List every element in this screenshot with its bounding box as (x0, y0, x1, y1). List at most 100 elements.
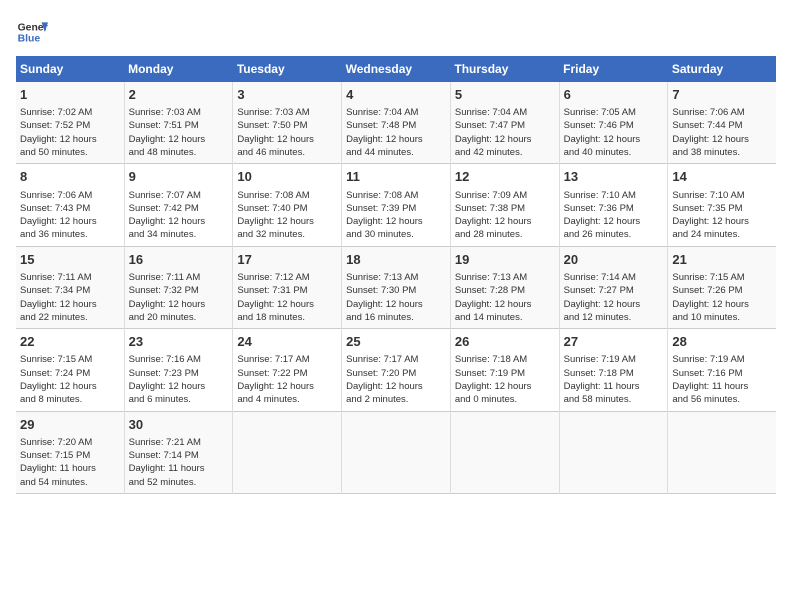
day-number: 22 (20, 333, 120, 351)
cell-info-line: and 12 minutes. (564, 311, 664, 324)
calendar-cell (668, 411, 776, 493)
cell-info-line: Sunset: 7:15 PM (20, 449, 120, 462)
cell-info-line: Daylight: 11 hours (564, 380, 664, 393)
cell-info-line: Sunrise: 7:20 AM (20, 436, 120, 449)
cell-info-line: Daylight: 12 hours (346, 215, 446, 228)
day-number: 11 (346, 168, 446, 186)
cell-info-line: Sunrise: 7:04 AM (346, 106, 446, 119)
cell-info-line: Sunset: 7:24 PM (20, 367, 120, 380)
cell-info-line: Daylight: 12 hours (672, 133, 772, 146)
cell-info-line: and 44 minutes. (346, 146, 446, 159)
day-number: 24 (237, 333, 337, 351)
cell-info-line: Sunset: 7:51 PM (129, 119, 229, 132)
cell-info-line: Sunrise: 7:21 AM (129, 436, 229, 449)
calendar-cell (342, 411, 451, 493)
day-number: 9 (129, 168, 229, 186)
day-number: 8 (20, 168, 120, 186)
page-header: General Blue (16, 16, 776, 48)
calendar-cell: 1Sunrise: 7:02 AMSunset: 7:52 PMDaylight… (16, 82, 124, 164)
cell-info-line: Sunrise: 7:14 AM (564, 271, 664, 284)
calendar-cell: 6Sunrise: 7:05 AMSunset: 7:46 PMDaylight… (559, 82, 668, 164)
calendar-cell: 17Sunrise: 7:12 AMSunset: 7:31 PMDayligh… (233, 246, 342, 328)
cell-info-line: and 54 minutes. (20, 476, 120, 489)
cell-info-line: Daylight: 11 hours (20, 462, 120, 475)
cell-info-line: Daylight: 12 hours (20, 298, 120, 311)
cell-info-line: Sunset: 7:34 PM (20, 284, 120, 297)
day-number: 30 (129, 416, 229, 434)
cell-info-line: Daylight: 12 hours (237, 298, 337, 311)
day-number: 5 (455, 86, 555, 104)
day-number: 23 (129, 333, 229, 351)
cell-info-line: Daylight: 12 hours (237, 133, 337, 146)
calendar-cell: 15Sunrise: 7:11 AMSunset: 7:34 PMDayligh… (16, 246, 124, 328)
cell-info-line: Sunrise: 7:17 AM (237, 353, 337, 366)
cell-info-line: Sunset: 7:31 PM (237, 284, 337, 297)
cell-info-line: Sunset: 7:18 PM (564, 367, 664, 380)
cell-info-line: Sunset: 7:14 PM (129, 449, 229, 462)
calendar-cell: 29 Sunrise: 7:20 AMSunset: 7:15 PMDayligh… (16, 411, 124, 493)
cell-info-line: Sunrise: 7:15 AM (672, 271, 772, 284)
day-number: 29 (20, 416, 120, 434)
cell-info-line: Sunset: 7:27 PM (564, 284, 664, 297)
calendar-cell: 13Sunrise: 7:10 AMSunset: 7:36 PMDayligh… (559, 164, 668, 246)
cell-info-line: and 14 minutes. (455, 311, 555, 324)
calendar-week-row: 29 Sunrise: 7:20 AMSunset: 7:15 PMDayligh… (16, 411, 776, 493)
cell-info-line: Sunset: 7:39 PM (346, 202, 446, 215)
cell-info-line: Daylight: 12 hours (455, 298, 555, 311)
cell-info-line: Sunrise: 7:06 AM (672, 106, 772, 119)
cell-info-line: Sunrise: 7:10 AM (672, 189, 772, 202)
calendar-cell: 4Sunrise: 7:04 AMSunset: 7:48 PMDaylight… (342, 82, 451, 164)
calendar-week-row: 1Sunrise: 7:02 AMSunset: 7:52 PMDaylight… (16, 82, 776, 164)
cell-info-line: Daylight: 12 hours (237, 215, 337, 228)
calendar-cell: 9Sunrise: 7:07 AMSunset: 7:42 PMDaylight… (124, 164, 233, 246)
calendar-week-row: 8Sunrise: 7:06 AMSunset: 7:43 PMDaylight… (16, 164, 776, 246)
cell-info-line: Daylight: 12 hours (129, 215, 229, 228)
cell-info-line: and 48 minutes. (129, 146, 229, 159)
calendar-cell: 11Sunrise: 7:08 AMSunset: 7:39 PMDayligh… (342, 164, 451, 246)
calendar-cell: 14Sunrise: 7:10 AMSunset: 7:35 PMDayligh… (668, 164, 776, 246)
cell-info-line: and 26 minutes. (564, 228, 664, 241)
day-number: 28 (672, 333, 772, 351)
cell-info-line: Sunset: 7:42 PM (129, 202, 229, 215)
cell-info-line: and 36 minutes. (20, 228, 120, 241)
day-number: 25 (346, 333, 446, 351)
day-number: 4 (346, 86, 446, 104)
calendar-cell: 18Sunrise: 7:13 AMSunset: 7:30 PMDayligh… (342, 246, 451, 328)
cell-info-line: Sunrise: 7:03 AM (237, 106, 337, 119)
day-number: 21 (672, 251, 772, 269)
day-of-week-header: Saturday (668, 56, 776, 82)
day-number: 2 (129, 86, 229, 104)
day-of-week-header: Friday (559, 56, 668, 82)
cell-info-line: and 8 minutes. (20, 393, 120, 406)
logo-icon: General Blue (16, 16, 48, 48)
cell-info-line: Daylight: 12 hours (346, 380, 446, 393)
cell-info-line: and 28 minutes. (455, 228, 555, 241)
cell-info-line: and 58 minutes. (564, 393, 664, 406)
cell-info-line: Sunrise: 7:09 AM (455, 189, 555, 202)
day-of-week-header: Monday (124, 56, 233, 82)
cell-info-line: Sunset: 7:52 PM (20, 119, 120, 132)
cell-info-line: Sunset: 7:46 PM (564, 119, 664, 132)
cell-info-line: Sunset: 7:40 PM (237, 202, 337, 215)
calendar-cell: 26Sunrise: 7:18 AMSunset: 7:19 PMDayligh… (450, 329, 559, 411)
cell-info-line: Sunrise: 7:03 AM (129, 106, 229, 119)
calendar-cell: 5Sunrise: 7:04 AMSunset: 7:47 PMDaylight… (450, 82, 559, 164)
cell-info-line: Sunset: 7:38 PM (455, 202, 555, 215)
day-number: 26 (455, 333, 555, 351)
cell-info-line: Sunrise: 7:11 AM (20, 271, 120, 284)
calendar-cell (233, 411, 342, 493)
cell-info-line: Sunset: 7:44 PM (672, 119, 772, 132)
cell-info-line: Sunrise: 7:11 AM (129, 271, 229, 284)
day-of-week-header: Sunday (16, 56, 124, 82)
cell-info-line: Sunrise: 7:10 AM (564, 189, 664, 202)
day-number: 13 (564, 168, 664, 186)
calendar-cell: 2Sunrise: 7:03 AMSunset: 7:51 PMDaylight… (124, 82, 233, 164)
cell-info-line: and 34 minutes. (129, 228, 229, 241)
cell-info-line: and 52 minutes. (129, 476, 229, 489)
cell-info-line: Sunrise: 7:18 AM (455, 353, 555, 366)
cell-info-line: Daylight: 11 hours (672, 380, 772, 393)
cell-info-line: Daylight: 12 hours (564, 215, 664, 228)
day-of-week-header: Tuesday (233, 56, 342, 82)
cell-info-line: Sunrise: 7:05 AM (564, 106, 664, 119)
calendar-week-row: 22Sunrise: 7:15 AMSunset: 7:24 PMDayligh… (16, 329, 776, 411)
